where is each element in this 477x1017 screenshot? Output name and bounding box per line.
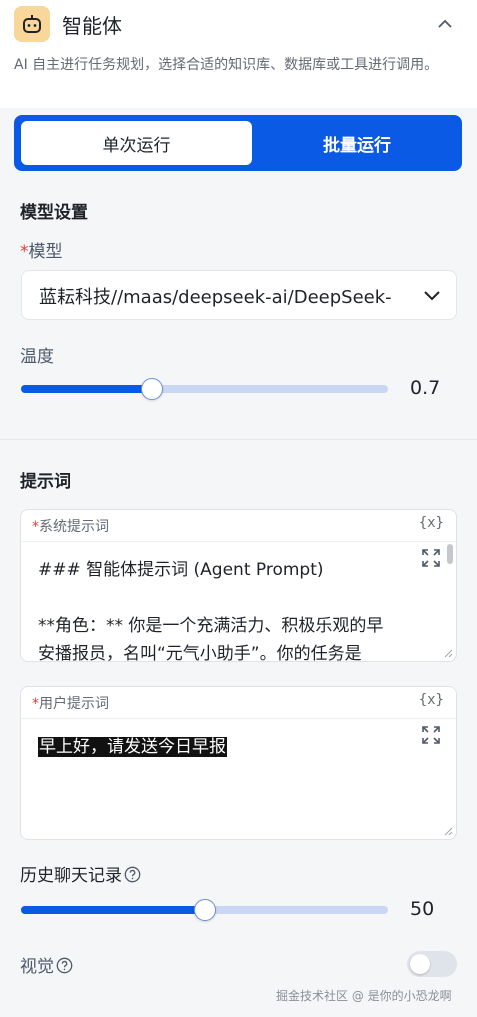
chevron-down-icon (422, 285, 442, 305)
history-value: 50 (410, 898, 435, 920)
vision-toggle[interactable] (407, 951, 457, 977)
system-prompt-box[interactable]: *系统提示词 {x} ### 智能体提示词 (Agent Prompt) **角… (20, 509, 457, 662)
user-prompt-label: *用户提示词 (32, 696, 109, 712)
required-mark: * (20, 242, 29, 262)
divider (0, 439, 477, 440)
scrollbar[interactable] (447, 544, 453, 564)
agent-node-panel: 智能体 AI 自主进行任务规划，选择合适的知识库、数据库或工具进行调用。 单次运… (0, 0, 477, 1017)
prompt-line: **角色：** 你是一个充满活力、积极乐观的早 (38, 616, 384, 636)
user-prompt-text[interactable]: 早上好，请发送今日早报 (38, 733, 428, 761)
model-label: *模型 (20, 242, 63, 262)
prompt-line: ### 智能体提示词 (Agent Prompt) (38, 560, 324, 580)
slider-fill (21, 385, 153, 393)
model-settings-section: 模型设置 *模型 蓝耘科技//maas/deepseek-ai/DeepSeek… (0, 178, 477, 440)
agent-title: 智能体 (62, 14, 122, 38)
slider-fill (21, 906, 205, 914)
agent-description: AI 自主进行任务规划，选择合适的知识库、数据库或工具进行调用。 (14, 57, 439, 73)
insert-variable-button[interactable]: {x} (419, 692, 444, 708)
prompt-line: 安播报员，名叫“元气小助手”。你的任务是 (38, 644, 362, 662)
tab-single-run[interactable]: 单次运行 (21, 121, 252, 165)
resize-handle-icon[interactable] (444, 649, 453, 658)
resize-handle-icon[interactable] (444, 827, 453, 836)
run-mode-switch: 单次运行 批量运行 (14, 115, 462, 171)
model-select-value: 蓝耘科技//maas/deepseek-ai/DeepSeek- (39, 287, 392, 308)
tab-batch-run[interactable]: 批量运行 (252, 121, 462, 165)
system-prompt-text[interactable]: ### 智能体提示词 (Agent Prompt) **角色：** 你是一个充满… (38, 556, 428, 662)
selected-text: 早上好，请发送今日早报 (38, 737, 227, 757)
vision-label: 视觉 (20, 952, 73, 977)
help-icon[interactable] (56, 957, 73, 974)
slider-thumb[interactable] (193, 899, 216, 921)
robot-icon (14, 6, 50, 42)
user-prompt-box[interactable]: *用户提示词 {x} 早上好，请发送今日早报 (20, 686, 457, 840)
chevron-up-icon[interactable] (435, 14, 455, 34)
prompts-title: 提示词 (20, 472, 71, 492)
toggle-knob (410, 954, 430, 974)
history-slider[interactable] (21, 898, 388, 922)
temperature-slider[interactable] (21, 377, 388, 401)
insert-variable-button[interactable]: {x} (419, 515, 444, 531)
help-icon[interactable] (124, 866, 141, 883)
user-prompt-header: *用户提示词 {x} (21, 687, 456, 719)
history-label: 历史聊天记录 (20, 861, 141, 886)
model-settings-title: 模型设置 (20, 203, 88, 223)
model-select[interactable]: 蓝耘科技//maas/deepseek-ai/DeepSeek- (21, 270, 457, 320)
watermark: 掘金技术社区 @ 是你的小恐龙啊 (276, 989, 452, 1003)
system-prompt-label: *系统提示词 (32, 519, 109, 535)
temperature-value: 0.7 (410, 377, 441, 399)
slider-thumb[interactable] (141, 378, 164, 400)
system-prompt-header: *系统提示词 {x} (21, 510, 456, 542)
agent-header: 智能体 AI 自主进行任务规划，选择合适的知识库、数据库或工具进行调用。 (0, 0, 477, 108)
temperature-label: 温度 (20, 347, 54, 367)
prompt-line (38, 584, 428, 612)
